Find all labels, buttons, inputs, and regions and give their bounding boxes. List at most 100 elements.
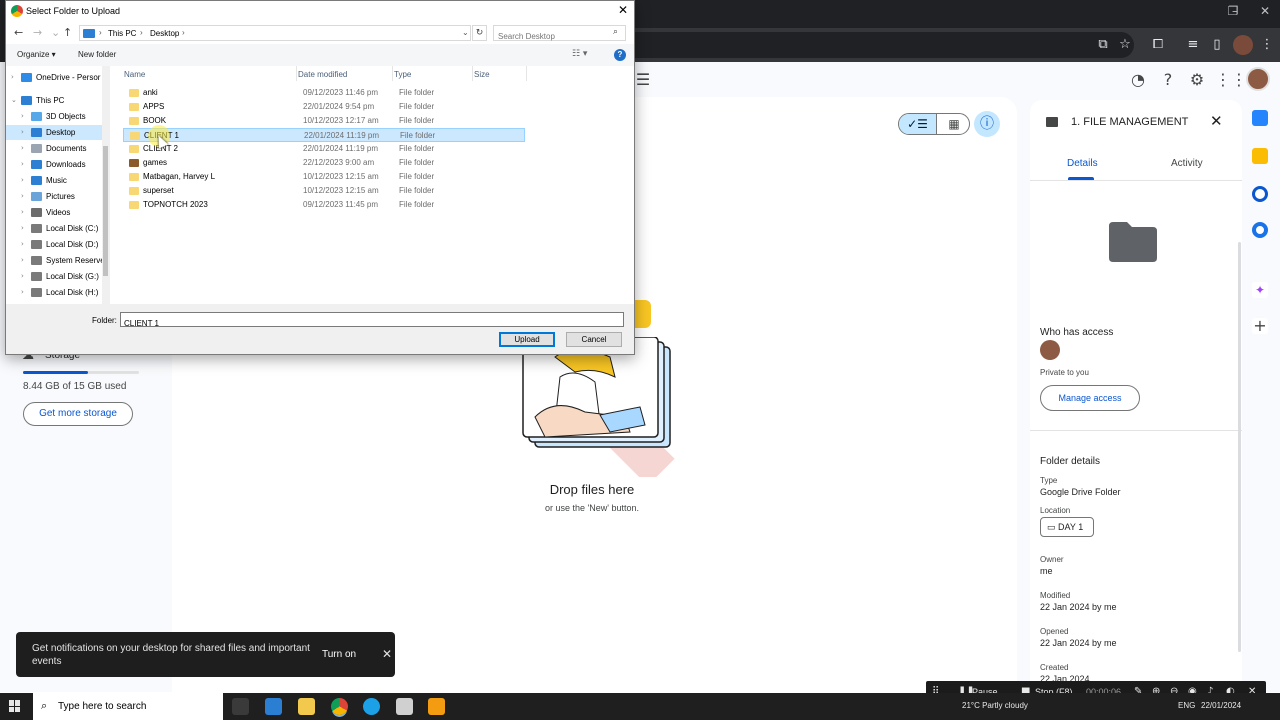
organize-button[interactable]: Organize ▾ bbox=[17, 50, 56, 59]
expand-chevron-icon[interactable]: › bbox=[21, 224, 24, 232]
keep-icon[interactable] bbox=[1252, 148, 1268, 164]
language-indicator[interactable]: ENG bbox=[1178, 701, 1195, 710]
expand-chevron-icon[interactable]: › bbox=[21, 160, 24, 168]
profile-avatar[interactable] bbox=[1233, 35, 1253, 55]
folder-field[interactable] bbox=[120, 312, 624, 330]
expand-chevron-icon[interactable]: ⌄ bbox=[11, 96, 17, 104]
help-icon[interactable]: ? bbox=[614, 49, 626, 61]
info-icon[interactable]: ⓘ bbox=[974, 111, 1000, 137]
refresh-icon[interactable]: ↻ bbox=[472, 25, 487, 41]
path-bar[interactable]: › This PC › Desktop › ⌄ bbox=[79, 25, 471, 41]
nav-item[interactable]: ⌄ This PC bbox=[6, 93, 102, 108]
file-row[interactable]: CLIENT 122/01/2024 11:19 pmFile folder bbox=[123, 128, 525, 142]
file-row[interactable]: TOPNOTCH 2023 09/12/2023 11:45 pm File fol… bbox=[123, 198, 525, 212]
toast-close-icon[interactable]: ✕ bbox=[382, 647, 392, 661]
weather-text[interactable]: 21°C Partly cloudy bbox=[962, 701, 1028, 710]
expand-chevron-icon[interactable]: › bbox=[21, 144, 24, 152]
file-row[interactable]: superset 10/12/2023 12:15 am File folder bbox=[123, 184, 525, 198]
nav-item[interactable]: › Desktop bbox=[6, 125, 102, 140]
column-separator[interactable] bbox=[472, 66, 473, 81]
path-desktop[interactable]: Desktop bbox=[150, 29, 179, 38]
contacts-icon[interactable] bbox=[1252, 222, 1268, 238]
media-icon[interactable]: ≡ bbox=[1184, 36, 1202, 54]
offline-status-icon[interactable]: ◔ bbox=[1128, 70, 1148, 90]
column-separator[interactable] bbox=[392, 66, 393, 81]
windows-start-icon[interactable] bbox=[9, 700, 21, 712]
account-avatar[interactable] bbox=[1246, 67, 1270, 91]
up-arrow-icon[interactable]: ↑ bbox=[63, 26, 72, 39]
expand-chevron-icon[interactable]: › bbox=[21, 192, 24, 200]
mail-app-icon[interactable] bbox=[265, 698, 282, 715]
file-row[interactable]: APPS 22/01/2024 9:54 pm File folder bbox=[123, 100, 525, 114]
calendar-icon[interactable] bbox=[1252, 110, 1268, 126]
new-folder-button[interactable]: New folder bbox=[78, 50, 116, 59]
taskbar-search[interactable]: ⌕ Type here to search bbox=[33, 693, 223, 720]
edge-icon[interactable] bbox=[363, 698, 380, 715]
file-row[interactable]: CLIENT 2 22/01/2024 11:19 pm File folder bbox=[123, 142, 525, 156]
manage-access-button[interactable]: Manage access bbox=[1040, 385, 1140, 411]
forward-arrow-icon[interactable]: → bbox=[33, 26, 42, 39]
tab-details[interactable]: Details bbox=[1067, 158, 1098, 169]
recent-chevron-icon[interactable]: ⌄ bbox=[51, 26, 60, 39]
nav-item[interactable]: › Downloads bbox=[6, 157, 102, 172]
expand-chevron-icon[interactable]: › bbox=[21, 128, 24, 136]
address-bar[interactable] bbox=[634, 32, 1134, 58]
nav-item[interactable]: › Videos bbox=[6, 205, 102, 220]
task-view-icon[interactable] bbox=[232, 698, 249, 715]
expand-chevron-icon[interactable]: › bbox=[21, 288, 24, 296]
file-row[interactable]: anki 09/12/2023 11:46 pm File folder bbox=[123, 86, 525, 100]
nav-scrollbar[interactable] bbox=[102, 66, 109, 304]
location-chip[interactable]: ▭ DAY 1 bbox=[1040, 517, 1094, 537]
folder-input[interactable] bbox=[121, 317, 619, 330]
expand-chevron-icon[interactable]: › bbox=[21, 176, 24, 184]
expand-chevron-icon[interactable]: › bbox=[21, 240, 24, 248]
expand-chevron-icon[interactable]: › bbox=[21, 256, 24, 264]
column-separator[interactable] bbox=[526, 66, 527, 81]
menu-icon[interactable]: ⋮ bbox=[1258, 36, 1276, 54]
bookmark-star-icon[interactable]: ☆ bbox=[1116, 36, 1134, 54]
tasks-icon[interactable] bbox=[1252, 186, 1268, 202]
app-icon[interactable] bbox=[396, 698, 413, 715]
close-details-icon[interactable]: ✕ bbox=[1210, 112, 1223, 130]
nav-item[interactable]: › Local Disk (G:) bbox=[6, 269, 102, 284]
file-row[interactable]: games 22/12/2023 9:00 am File folder bbox=[123, 156, 525, 170]
chrome-taskbar-icon[interactable] bbox=[331, 698, 348, 715]
nav-item[interactable]: › Documents bbox=[6, 141, 102, 156]
column-date-modified[interactable]: Date modified bbox=[298, 70, 347, 79]
back-arrow-icon[interactable]: ← bbox=[14, 26, 23, 39]
expand-chevron-icon[interactable]: › bbox=[21, 208, 24, 216]
cancel-button[interactable]: Cancel bbox=[566, 332, 622, 347]
add-icon[interactable]: + bbox=[1252, 318, 1268, 334]
install-icon[interactable]: ⧉ bbox=[1094, 36, 1112, 54]
list-view-button[interactable]: ✓☰ bbox=[899, 114, 936, 134]
settings-gear-icon[interactable]: ⚙ bbox=[1187, 70, 1207, 90]
turn-on-button[interactable]: Turn on bbox=[322, 649, 356, 660]
dialog-search[interactable]: ⌕ bbox=[493, 25, 626, 44]
column-size[interactable]: Size bbox=[474, 70, 490, 79]
nav-item[interactable]: › Pictures bbox=[6, 189, 102, 204]
recorder-app-icon[interactable] bbox=[428, 698, 445, 715]
extensions-icon[interactable]: ⧠ bbox=[1149, 36, 1167, 54]
filter-icon[interactable]: ☰ bbox=[633, 70, 653, 90]
taskbar-date[interactable]: 22/01/2024 bbox=[1201, 701, 1241, 710]
dialog-close-icon[interactable]: ✕ bbox=[618, 3, 628, 17]
nav-item[interactable]: › Local Disk (H:) bbox=[6, 285, 102, 300]
side-panel-icon[interactable]: ▯ bbox=[1208, 36, 1226, 54]
details-scrollbar[interactable] bbox=[1238, 242, 1241, 652]
expand-chevron-icon[interactable]: › bbox=[21, 272, 24, 280]
expand-chevron-icon[interactable]: › bbox=[21, 112, 24, 120]
expand-chevron-icon[interactable]: › bbox=[11, 73, 14, 81]
column-separator[interactable] bbox=[296, 66, 297, 81]
path-this-pc[interactable]: This PC bbox=[108, 29, 136, 38]
nav-item[interactable]: › 3D Objects bbox=[6, 109, 102, 124]
file-explorer-icon[interactable] bbox=[298, 698, 315, 715]
add-on-icon[interactable]: ✦ bbox=[1252, 282, 1268, 298]
path-dropdown-icon[interactable]: ⌄ bbox=[462, 28, 469, 37]
column-name[interactable]: Name bbox=[124, 70, 145, 79]
search-input[interactable] bbox=[494, 29, 604, 44]
help-icon[interactable]: ? bbox=[1158, 70, 1178, 90]
file-row[interactable]: Matbagan, Harvey L 10/12/2023 12:15 am Fil… bbox=[123, 170, 525, 184]
new-button-edge[interactable] bbox=[634, 300, 651, 328]
nav-item[interactable]: › System Reservec bbox=[6, 253, 109, 268]
maximize-button[interactable]: ❐ bbox=[1218, 4, 1248, 18]
